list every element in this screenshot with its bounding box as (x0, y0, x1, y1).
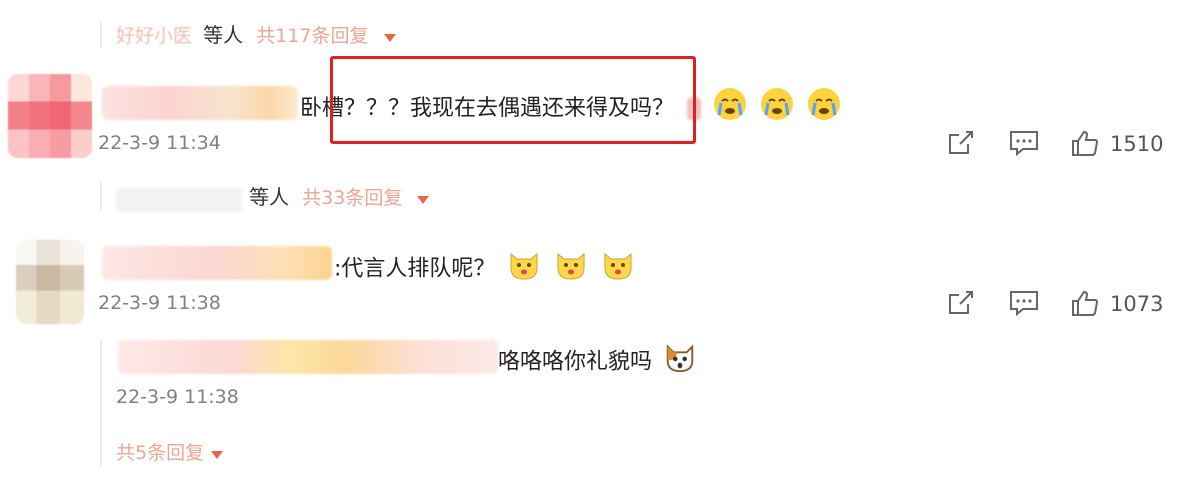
blurred-username[interactable] (102, 246, 332, 280)
comment-actions: 1510 (946, 128, 1163, 160)
others-label: 等人 (249, 185, 290, 209)
share-icon[interactable] (946, 288, 978, 320)
comment-text: :代言人排队呢？ (334, 246, 636, 293)
more-replies-label[interactable]: 共5条回复 (116, 442, 204, 464)
crying-face-icon (806, 86, 842, 132)
chevron-down-icon (211, 450, 224, 459)
chevron-down-icon (417, 195, 430, 204)
reply-timestamp: 22-3-9 11:38 (116, 386, 239, 408)
like-count: 1073 (1110, 292, 1164, 316)
comment-actions: 1073 (946, 288, 1163, 320)
reply-count-link[interactable]: 共33条回复 (302, 187, 402, 209)
comment-timestamp: 22-3-9 11:34 (98, 132, 221, 154)
comment-icon[interactable] (1008, 128, 1040, 160)
blurred-username: 好好小医 (116, 25, 193, 47)
reply-count-link[interactable]: 共117条回复 (256, 25, 368, 47)
reply-summary-top[interactable]: 好好小医 等人 共117条回复 (116, 20, 396, 52)
chevron-down-icon (383, 33, 396, 42)
others-label: 等人 (203, 23, 244, 47)
cat-face-icon (600, 246, 636, 293)
cat-face-icon (506, 246, 542, 293)
crying-face-icon (712, 86, 748, 132)
cat-face-icon (553, 246, 589, 293)
blurred-username (116, 187, 242, 212)
thread-line (100, 182, 102, 210)
comment-body: :代言人排队呢？ (334, 256, 496, 282)
more-replies-link[interactable]: 共5条回复 (116, 440, 224, 467)
like-count: 1510 (1110, 132, 1164, 156)
highlight-box (330, 56, 696, 144)
comment-icon[interactable] (1008, 288, 1040, 320)
blurred-username[interactable] (118, 340, 498, 374)
like-icon[interactable] (1070, 288, 1102, 320)
shocked-cat-face-icon (663, 340, 697, 385)
comment-timestamp: 22-3-9 11:38 (98, 292, 221, 314)
reply-text: 咯咯咯你礼貌吗 (498, 340, 697, 385)
reply-body: 咯咯咯你礼貌吗 (498, 349, 653, 375)
thread-line (100, 340, 102, 466)
thread-line-top (100, 22, 102, 48)
crying-face-icon (759, 86, 795, 132)
blurred-username[interactable] (102, 86, 298, 120)
avatar-pixel-overlay (8, 74, 92, 158)
avatar-pixel-overlay (16, 240, 84, 324)
share-icon[interactable] (946, 128, 978, 160)
like-icon[interactable] (1070, 128, 1102, 160)
reply-summary[interactable]: 等人 共33条回复 (116, 182, 430, 214)
